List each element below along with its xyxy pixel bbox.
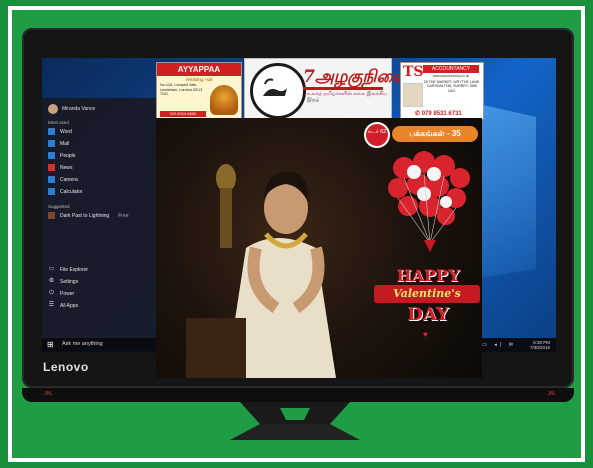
start-item-camera[interactable]: Camera xyxy=(48,176,78,183)
start-item-label: Calculator xyxy=(60,188,83,195)
folder-icon: ▭ xyxy=(48,266,55,272)
start-item-label: Power xyxy=(60,290,75,297)
ad-left-title: AYYAPPAA xyxy=(157,63,241,76)
start-item-news[interactable]: News xyxy=(48,164,73,171)
start-item-label: Word xyxy=(60,128,72,135)
suggested-app-label: Dark Past to Lightning xyxy=(60,212,110,219)
apps-icon: ☰ xyxy=(48,302,55,308)
suggested-label: Suggested xyxy=(48,204,70,209)
cortana-search[interactable]: Ask me anything xyxy=(62,341,103,347)
start-item-label: Camera xyxy=(60,176,78,183)
monitor-stand xyxy=(220,402,370,442)
most-used-label: Most used xyxy=(48,120,69,125)
swan-icon xyxy=(263,78,287,96)
heart-icon: ♥ xyxy=(423,330,428,339)
start-item-label: All Apps xyxy=(60,302,79,309)
valentines-ribbon: Valentine's xyxy=(374,285,480,303)
start-item-file-explorer[interactable]: ▭ File Explorer xyxy=(48,266,88,273)
start-item-label: File Explorer xyxy=(60,266,89,273)
start-item-label: People xyxy=(60,152,76,159)
ad-right-address: 29 THE MARKET, WRYTHE LANE, CARSHALTON, … xyxy=(423,80,481,93)
ad-right-phone: ✆ 079 8531 6731 xyxy=(415,110,462,117)
calculator-icon xyxy=(48,188,55,195)
start-item-all-apps[interactable]: ☰ All Apps xyxy=(48,302,78,309)
start-menu: Miranda Vance Most used Word Mail People… xyxy=(42,98,162,348)
phone-icon: ✆ xyxy=(415,111,422,117)
start-item-label: Settings xyxy=(60,278,79,285)
mail-icon xyxy=(48,140,55,147)
avatar xyxy=(48,104,58,114)
start-user[interactable]: Miranda Vance xyxy=(48,104,95,114)
start-item-label: Mail xyxy=(60,140,70,147)
ad-ts-accountancy[interactable]: TS ACCOUNTANCY www.tsaccountancy.co.uk 2… xyxy=(400,62,484,120)
ad-left-subtitle: Wedding Hall xyxy=(185,77,213,82)
pages-label: பக்கங்கள் - 35 xyxy=(392,126,478,142)
masthead-emblem xyxy=(250,63,306,119)
word-icon xyxy=(48,128,55,135)
heart-balloons xyxy=(388,151,470,252)
user-name: Miranda Vance xyxy=(62,106,96,112)
ad-ayyappaa[interactable]: AYYAPPAA Wedding Hall No.128, Lampell Va… xyxy=(156,62,242,120)
jbl-logo-right: JBL xyxy=(547,391,556,397)
ad-right-phone-number: 079 8531 6731 xyxy=(421,111,462,117)
clock[interactable]: 6:30 PM 7/30/2015 xyxy=(530,340,550,350)
clock-date: 7/30/2015 xyxy=(529,345,550,350)
lenovo-logo: Lenovo xyxy=(43,360,89,374)
ts-logo: TS xyxy=(403,64,424,80)
masthead-title: 7அழகுநிலை xyxy=(303,67,407,87)
deity-image xyxy=(210,85,238,115)
happy-text: HAPPY xyxy=(396,266,460,285)
start-item-word[interactable]: Word xyxy=(48,128,72,135)
start-item-mail[interactable]: Mail xyxy=(48,140,69,147)
start-item-settings[interactable]: ⚙ Settings xyxy=(48,278,78,285)
day-text: DAY xyxy=(407,304,449,325)
people-icon xyxy=(48,152,55,159)
start-item-label: News xyxy=(60,164,73,171)
jbl-logo-left: JBL xyxy=(44,391,53,397)
windows-icon[interactable]: ⊞ xyxy=(47,341,55,349)
ad-left-phone: 020 8314 6600 xyxy=(160,111,206,117)
cover-photo xyxy=(186,164,336,378)
gear-icon: ⚙ xyxy=(48,278,55,284)
ad-right-title: ACCOUNTANCY xyxy=(423,65,479,73)
magazine-cover: சுடர் 62 பக்கங்கள் - 35 HAPPY Valentine'… xyxy=(156,118,482,378)
office-image xyxy=(403,83,423,107)
start-item-power[interactable]: ⏻ Power xyxy=(48,290,74,297)
issue-badge: சுடர் 62 xyxy=(364,122,390,148)
masthead-tagline: உலகத் தமிழர்களின் கலை இலக்கிய இதழ் xyxy=(307,91,388,103)
news-icon xyxy=(48,164,55,171)
suggested-app[interactable]: Dark Past to Lightning Free xyxy=(48,212,128,219)
tray-icons[interactable]: ▭ ◂) ✉ xyxy=(482,342,516,348)
game-icon xyxy=(48,212,55,219)
power-icon: ⏻ xyxy=(49,290,54,296)
masthead-band xyxy=(303,87,383,90)
magazine-masthead[interactable]: 7அழகுநிலை உலகத் தமிழர்களின் கலை இலக்கிய … xyxy=(244,58,407,120)
suggested-action: Free xyxy=(118,212,129,219)
camera-icon xyxy=(48,176,55,183)
ad-right-website: www.tsaccountancy.co.uk xyxy=(432,74,470,78)
start-item-people[interactable]: People xyxy=(48,152,76,159)
ad-left-address: No.128, Lampell Vale, Lewisham, London S… xyxy=(160,83,203,97)
start-item-calculator[interactable]: Calculator xyxy=(48,188,83,195)
speaker-bar: JBL JBL xyxy=(22,388,574,402)
